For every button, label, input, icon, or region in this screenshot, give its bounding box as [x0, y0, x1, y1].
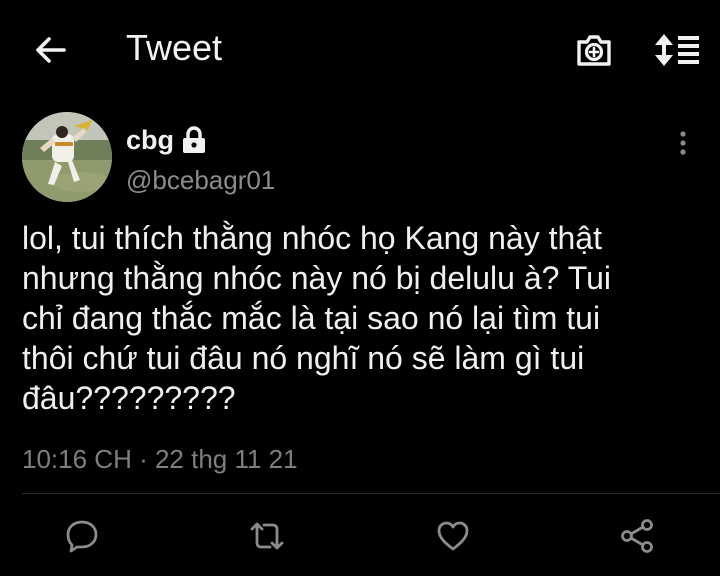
sort-button[interactable] [652, 28, 702, 72]
author-name-row[interactable]: cbg [126, 123, 206, 157]
retweet-icon [250, 522, 284, 550]
author-handle[interactable]: @bcebagr01 [126, 163, 275, 197]
top-app-bar: Tweet [0, 0, 720, 96]
sort-icon [655, 34, 699, 66]
back-button[interactable] [28, 28, 72, 72]
heart-icon [437, 521, 469, 551]
camera-button[interactable] [572, 30, 616, 70]
camera-icon [577, 35, 611, 66]
avatar[interactable] [22, 112, 112, 202]
page-title: Tweet [126, 27, 223, 68]
arrow-left-icon [36, 37, 66, 63]
divider [22, 493, 720, 494]
author-display-name[interactable]: cbg [126, 123, 174, 157]
reply-icon [66, 520, 98, 553]
reply-button[interactable] [62, 516, 102, 556]
avatar-image [22, 112, 112, 202]
more-options-button[interactable] [666, 126, 700, 160]
tweet-text: lol, tui thích thằng nhóc họ Kang này th… [22, 220, 611, 416]
tweet-timestamp: 10:16 CH · 22 thg 11 21 [22, 444, 298, 474]
like-button[interactable] [433, 516, 473, 556]
more-vertical-icon [680, 131, 686, 155]
retweet-button[interactable] [247, 516, 287, 556]
share-button[interactable] [618, 516, 658, 556]
lock-icon [182, 126, 206, 154]
share-icon [621, 519, 653, 553]
